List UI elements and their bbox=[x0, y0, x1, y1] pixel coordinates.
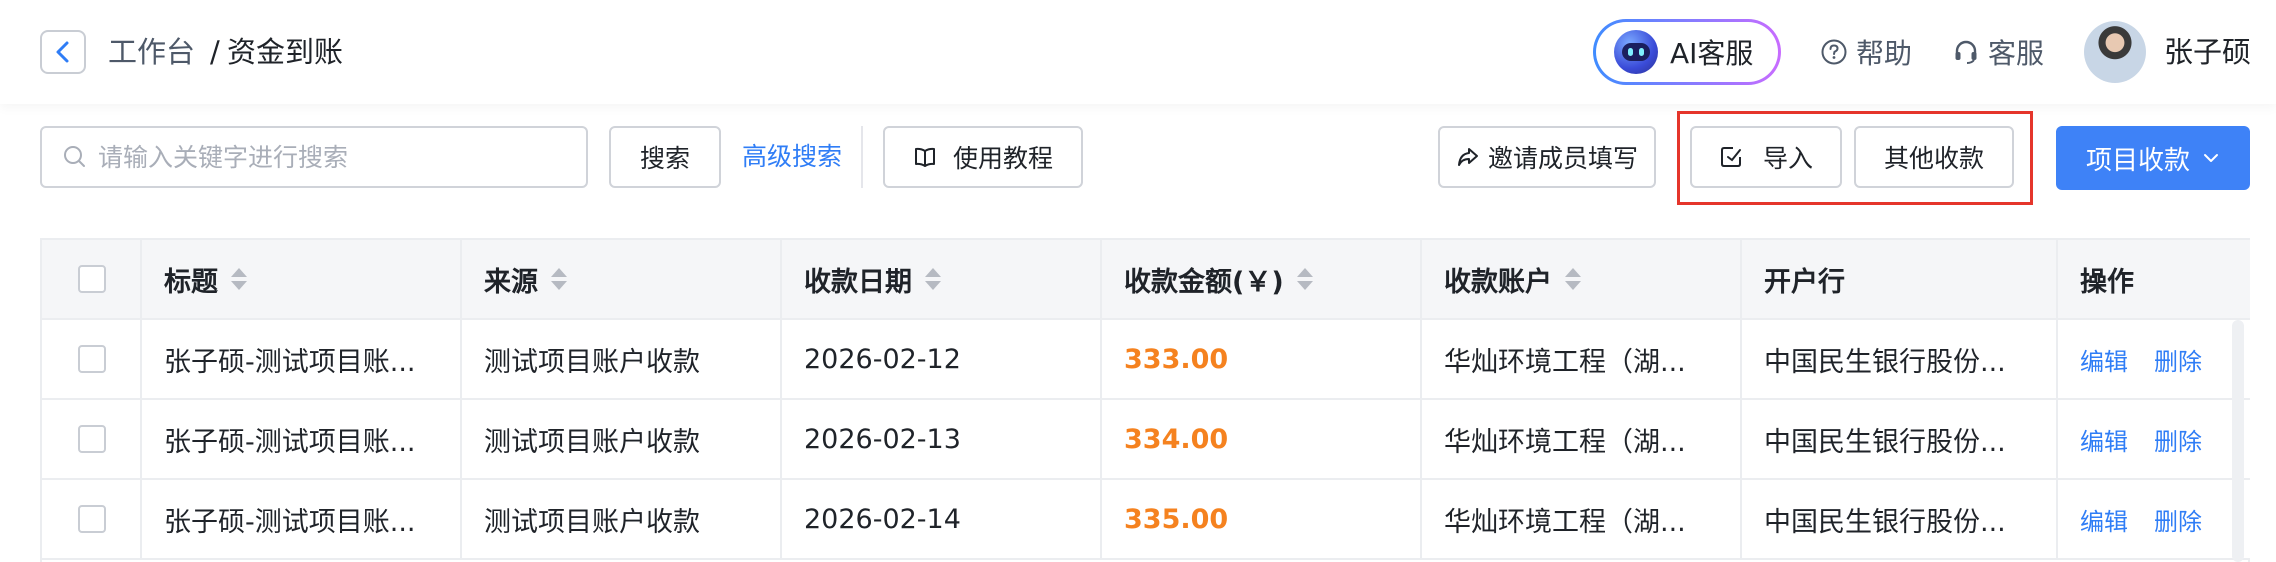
search-button[interactable]: 搜索 bbox=[609, 126, 721, 188]
vertical-scrollbar[interactable] bbox=[2232, 320, 2244, 562]
toolbar-divider bbox=[861, 126, 863, 188]
invite-member-button[interactable]: 邀请成员填写 bbox=[1438, 126, 1656, 188]
cell-date: 2026-02-14 bbox=[782, 480, 1102, 558]
question-circle-icon bbox=[1821, 39, 1847, 65]
row-select-cell bbox=[42, 320, 142, 398]
ai-service-label: AI客服 bbox=[1670, 37, 1754, 70]
edit-link[interactable]: 编辑 bbox=[2080, 502, 2128, 537]
column-title-label: 标题 bbox=[164, 266, 218, 298]
user-name[interactable]: 张子硕 bbox=[2164, 32, 2251, 72]
cell-account: 华灿环境工程（湖... bbox=[1422, 480, 1742, 558]
search-input-wrapper[interactable] bbox=[40, 126, 588, 188]
table-row: 张子硕-测试项目账... 测试项目账户收款 2026-02-13 334.00 … bbox=[42, 400, 2250, 480]
cell-bank: 中国民生银行股份... bbox=[1742, 320, 2058, 398]
project-payment-button[interactable]: 项目收款 bbox=[2056, 126, 2250, 190]
column-header-date[interactable]: 收款日期 bbox=[782, 240, 1102, 318]
other-payment-label: 其他收款 bbox=[1883, 144, 1984, 173]
customer-service-link[interactable]: 客服 bbox=[1952, 32, 2044, 72]
column-header-actions: 操作 bbox=[2058, 240, 2250, 318]
back-button[interactable] bbox=[40, 30, 86, 74]
column-amount-label: 收款金额(￥) bbox=[1124, 266, 1284, 298]
column-header-amount[interactable]: 收款金额(￥) bbox=[1102, 240, 1422, 318]
cell-source: 测试项目账户收款 bbox=[462, 400, 782, 478]
cell-title: 张子硕-测试项目账... bbox=[142, 320, 462, 398]
cell-source: 测试项目账户收款 bbox=[462, 480, 782, 558]
cell-title: 张子硕-测试项目账... bbox=[142, 400, 462, 478]
sort-icon[interactable] bbox=[1296, 266, 1313, 292]
row-checkbox[interactable] bbox=[78, 345, 106, 373]
cell-source: 测试项目账户收款 bbox=[462, 320, 782, 398]
headset-icon bbox=[1955, 40, 1977, 64]
book-icon bbox=[914, 147, 935, 167]
help-label: 帮助 bbox=[1856, 37, 1913, 70]
robot-icon bbox=[1614, 30, 1658, 74]
search-button-label: 搜索 bbox=[639, 144, 690, 173]
payment-table: 标题 来源 收款日期 收款金额(￥) 收款账户 开户行 操作 张子硕-测试项目账… bbox=[40, 238, 2250, 562]
sort-icon[interactable] bbox=[550, 266, 567, 292]
edit-link[interactable]: 编辑 bbox=[2080, 422, 2128, 457]
sort-icon[interactable] bbox=[230, 266, 247, 292]
row-select-cell bbox=[42, 480, 142, 558]
column-header-bank: 开户行 bbox=[1742, 240, 2058, 318]
cell-actions: 编辑 删除 bbox=[2058, 480, 2250, 558]
column-header-title[interactable]: 标题 bbox=[142, 240, 462, 318]
service-label: 客服 bbox=[1988, 37, 2045, 70]
avatar[interactable] bbox=[2084, 21, 2146, 83]
row-checkbox[interactable] bbox=[78, 425, 106, 453]
cell-actions: 编辑 删除 bbox=[2058, 320, 2250, 398]
ai-service-button[interactable]: AI客服 bbox=[1593, 19, 1781, 85]
sort-icon[interactable] bbox=[924, 266, 941, 292]
share-icon bbox=[1457, 148, 1478, 166]
cell-date: 2026-02-13 bbox=[782, 400, 1102, 478]
column-header-source[interactable]: 来源 bbox=[462, 240, 782, 318]
row-select-cell bbox=[42, 400, 142, 478]
invite-member-label: 邀请成员填写 bbox=[1487, 144, 1638, 173]
import-icon bbox=[1720, 147, 1741, 167]
chevron-down-icon bbox=[2204, 154, 2218, 162]
tutorial-button-label: 使用教程 bbox=[952, 144, 1053, 173]
cell-date: 2026-02-12 bbox=[782, 320, 1102, 398]
other-payment-button[interactable]: 其他收款 bbox=[1854, 126, 2014, 188]
chevron-left-icon bbox=[56, 41, 69, 63]
project-payment-label: 项目收款 bbox=[2085, 145, 2190, 176]
cell-actions: 编辑 删除 bbox=[2058, 400, 2250, 478]
column-bank-label: 开户行 bbox=[1764, 266, 1845, 298]
column-account-label: 收款账户 bbox=[1444, 266, 1552, 298]
table-row: 张子硕-测试项目账... 测试项目账户收款 2026-02-14 335.00 … bbox=[42, 480, 2250, 560]
delete-link[interactable]: 删除 bbox=[2154, 422, 2202, 457]
search-icon bbox=[64, 146, 85, 167]
delete-link[interactable]: 删除 bbox=[2154, 342, 2202, 377]
row-checkbox[interactable] bbox=[78, 505, 106, 533]
cell-bank: 中国民生银行股份... bbox=[1742, 400, 2058, 478]
cell-amount: 335.00 bbox=[1102, 480, 1422, 558]
tutorial-button[interactable]: 使用教程 bbox=[883, 126, 1083, 188]
help-link[interactable]: 帮助 bbox=[1820, 32, 1912, 72]
breadcrumb-current: 资金到账 bbox=[227, 35, 344, 69]
cell-account: 华灿环境工程（湖... bbox=[1422, 400, 1742, 478]
delete-link[interactable]: 删除 bbox=[2154, 502, 2202, 537]
page: 工作台 / 资金到账 AI客服 帮助 客服 张子硕 请输入关键字进行搜索 搜索 … bbox=[0, 0, 2276, 562]
breadcrumb-separator: / bbox=[210, 35, 220, 69]
cell-amount: 334.00 bbox=[1102, 400, 1422, 478]
advanced-search-link[interactable]: 高级搜索 bbox=[742, 140, 842, 174]
column-source-label: 来源 bbox=[484, 266, 538, 298]
search-input[interactable] bbox=[98, 142, 558, 172]
breadcrumb-root[interactable]: 工作台 bbox=[108, 33, 195, 71]
cell-amount: 333.00 bbox=[1102, 320, 1422, 398]
column-actions-label: 操作 bbox=[2080, 266, 2134, 298]
header-select-cell bbox=[42, 240, 142, 318]
table-row: 张子硕-测试项目账... 测试项目账户收款 2026-02-12 333.00 … bbox=[42, 320, 2250, 400]
cell-account: 华灿环境工程（湖... bbox=[1422, 320, 1742, 398]
column-date-label: 收款日期 bbox=[804, 266, 912, 298]
top-header: 工作台 / 资金到账 AI客服 帮助 客服 张子硕 bbox=[0, 0, 2276, 104]
select-all-checkbox[interactable] bbox=[78, 265, 106, 293]
cell-bank: 中国民生银行股份... bbox=[1742, 480, 2058, 558]
cell-title: 张子硕-测试项目账... bbox=[142, 480, 462, 558]
column-header-account[interactable]: 收款账户 bbox=[1422, 240, 1742, 318]
sort-icon[interactable] bbox=[1564, 266, 1581, 292]
edit-link[interactable]: 编辑 bbox=[2080, 342, 2128, 377]
table-header: 标题 来源 收款日期 收款金额(￥) 收款账户 开户行 操作 bbox=[42, 240, 2250, 320]
import-button[interactable]: 导入 bbox=[1690, 126, 1842, 188]
import-button-label: 导入 bbox=[1762, 144, 1813, 173]
